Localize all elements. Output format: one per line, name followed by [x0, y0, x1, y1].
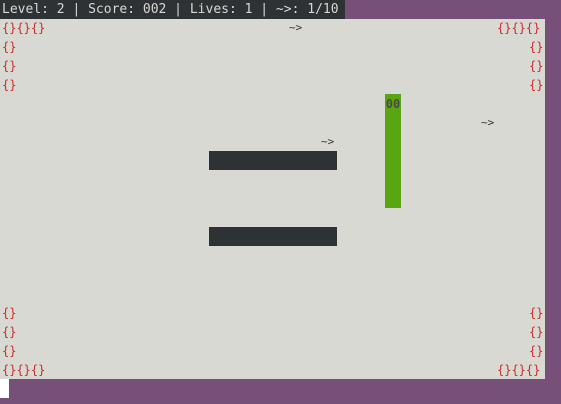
playfield: {}{}{} {} {} {} {}{}{} {} {} {} {} {} {}…	[0, 19, 545, 379]
border-brick: {}	[529, 344, 544, 358]
terminal-cursor	[0, 379, 9, 398]
food-item: ~>	[289, 21, 303, 34]
border-brick: {}	[529, 306, 544, 320]
wall-lower	[209, 227, 337, 246]
border-brick: {}	[2, 59, 17, 73]
border-brick: {}	[529, 325, 544, 339]
border-brick: {}{}{}	[497, 21, 541, 35]
border-brick: {}	[529, 59, 544, 73]
snake: 00	[385, 94, 401, 208]
border-brick: {}	[2, 325, 17, 339]
food-item: ~>	[321, 135, 335, 148]
border-brick: {}	[2, 40, 17, 54]
border-brick: {}	[529, 40, 544, 54]
snake-head: 00	[385, 97, 401, 111]
border-brick: {}	[2, 344, 17, 358]
border-brick: {}{}{}	[497, 363, 541, 377]
wall-upper	[209, 151, 337, 170]
status-bar: Level: 2 | Score: 002 | Lives: 1 | ~>: 1…	[0, 0, 345, 19]
border-brick: {}{}{}	[2, 21, 46, 35]
border-brick: {}	[2, 306, 17, 320]
border-brick: {}	[529, 78, 544, 92]
food-item: ~>	[481, 116, 495, 129]
border-brick: {}{}{}	[2, 363, 46, 377]
border-brick: {}	[2, 78, 17, 92]
